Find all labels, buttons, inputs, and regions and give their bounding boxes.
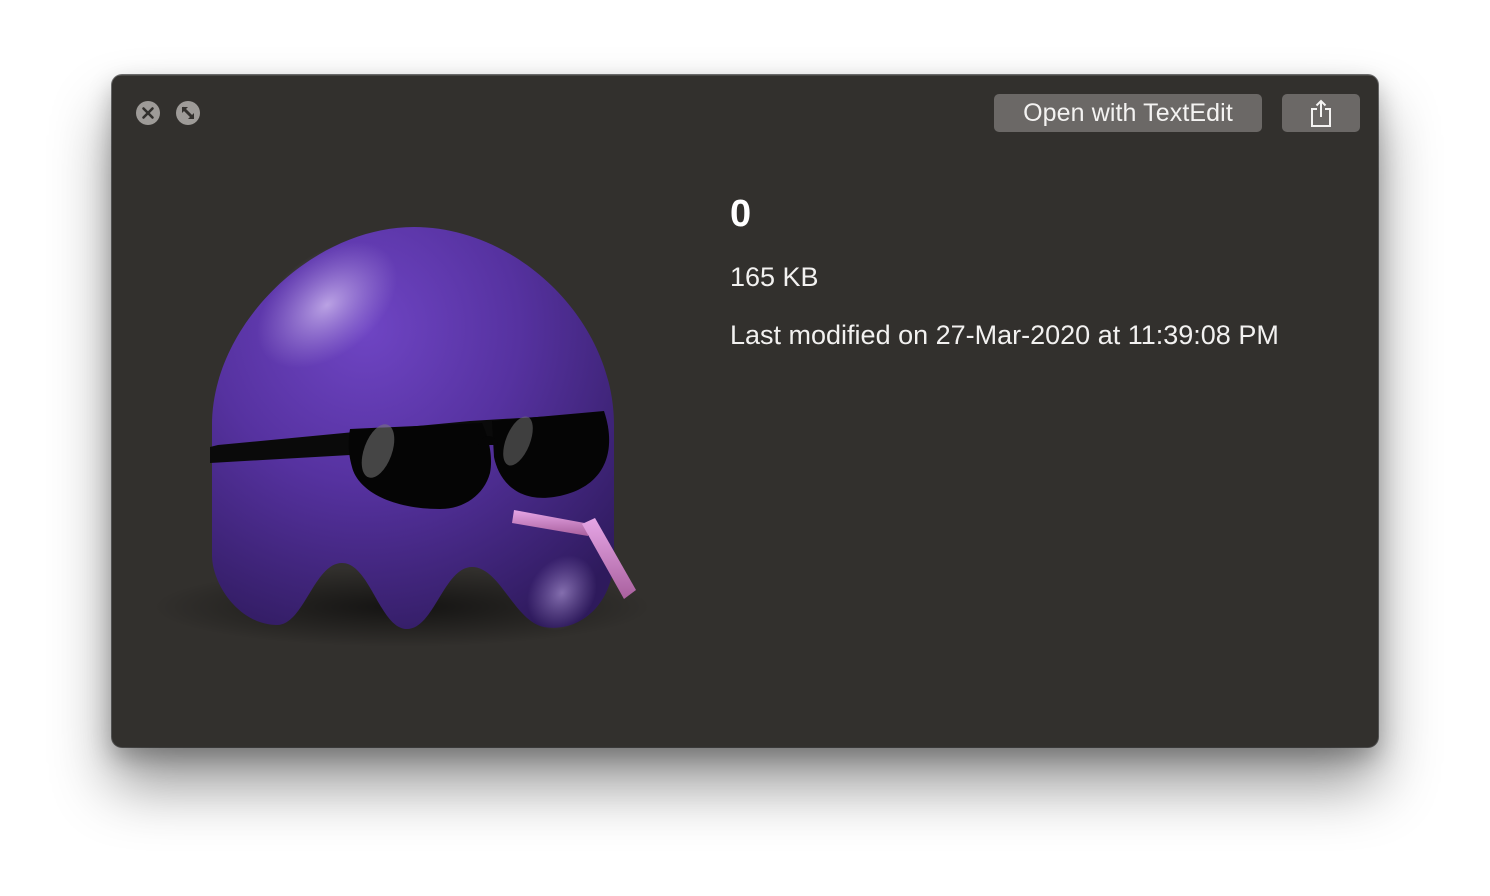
- close-icon: [142, 107, 154, 119]
- fullscreen-button[interactable]: [176, 101, 200, 125]
- file-size: 165 KB: [730, 262, 819, 292]
- open-with-textedit-button[interactable]: Open with TextEdit: [994, 94, 1262, 132]
- file-preview-image: [152, 215, 672, 655]
- ghost-icon: [152, 227, 652, 647]
- share-button[interactable]: [1282, 94, 1360, 132]
- file-name: 0: [730, 193, 752, 235]
- close-button[interactable]: [136, 101, 160, 125]
- file-modified-date: Last modified on 27-Mar-2020 at 11:39:08…: [730, 320, 1279, 350]
- quick-look-window: Open with TextEdit 0 165 KB Last modifie…: [112, 75, 1378, 747]
- fullscreen-icon: [182, 107, 194, 119]
- share-icon: [1311, 99, 1331, 127]
